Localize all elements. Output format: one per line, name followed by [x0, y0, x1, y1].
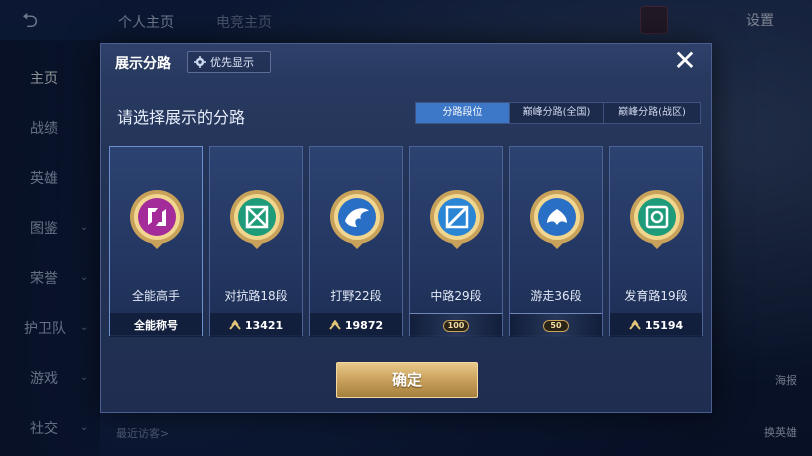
rank-chevron-icon: [329, 320, 341, 330]
lane-card-label: 打野22段: [330, 289, 382, 303]
lane-card-label: 全能高手: [131, 289, 180, 303]
lane-card-farm[interactable]: 发育路19段 15194: [609, 146, 703, 337]
lane-card-clash[interactable]: 对抗路18段 13421: [209, 146, 303, 337]
dialog-subtitle: 请选择展示的分路: [117, 108, 246, 127]
tab-peak-lane-national[interactable]: 巅峰分路(全国): [510, 103, 604, 123]
confirm-button[interactable]: 确定: [336, 362, 478, 398]
tab-lane-rank[interactable]: 分路段位: [416, 103, 510, 123]
all-round-emblem-icon: [130, 190, 184, 249]
roam-wings-emblem-icon: [530, 190, 584, 249]
lane-card-roam[interactable]: 游走36段 50: [509, 146, 603, 337]
all-round-title: 全能称号: [134, 319, 178, 332]
lane-card-label: 中路29段: [430, 289, 482, 303]
lane-card-list: 全能高手 全能称号 对抗路18段 13421 打野22段 19872 中路29段…: [109, 146, 703, 337]
dialog-header: 展示分路 优先显示 ✕: [101, 44, 711, 80]
lane-score: 15194: [644, 318, 684, 332]
lane-display-dialog: 展示分路 优先显示 ✕ 请选择展示的分路 分路段位 巅峰分路(全国) 巅峰分路(…: [100, 43, 712, 413]
lane-card-jungle[interactable]: 打野22段 19872: [309, 146, 403, 337]
lane-card-footer: 13421: [210, 313, 302, 337]
priority-display-label: 优先显示: [210, 56, 254, 69]
lane-card-footer: 19872: [310, 313, 402, 337]
lane-card-mid[interactable]: 中路29段 100: [409, 146, 503, 337]
lane-score: 19872: [344, 318, 384, 332]
jungle-dragon-emblem-icon: [330, 190, 384, 249]
clash-lane-emblem-icon: [230, 190, 284, 249]
lane-card-label: 对抗路18段: [224, 289, 288, 303]
lane-card-label: 游走36段: [530, 289, 582, 303]
lane-card-label: 发育路19段: [624, 289, 688, 303]
lane-card-footer: 50: [510, 313, 602, 337]
dialog-title: 展示分路: [115, 56, 171, 72]
close-icon[interactable]: ✕: [671, 47, 699, 76]
farm-lane-emblem-icon: [630, 190, 684, 249]
lane-score: 13421: [244, 318, 284, 332]
priority-display-button[interactable]: 优先显示: [187, 51, 271, 73]
lane-card-all-round[interactable]: 全能高手 全能称号: [109, 146, 203, 337]
lane-card-footer: 15194: [610, 313, 702, 337]
gear-icon: [194, 56, 206, 68]
rank-badge: 100: [443, 319, 469, 332]
lane-card-footer: 100: [410, 313, 502, 337]
rank-chevron-icon: [229, 320, 241, 330]
tab-peak-lane-region[interactable]: 巅峰分路(战区): [604, 103, 700, 123]
lane-card-footer: 全能称号: [110, 313, 202, 337]
mid-lane-emblem-icon: [430, 190, 484, 249]
rank-chevron-icon: [629, 320, 641, 330]
rank-badge: 50: [543, 319, 569, 332]
segment-tabs: 分路段位 巅峰分路(全国) 巅峰分路(战区): [415, 102, 701, 124]
